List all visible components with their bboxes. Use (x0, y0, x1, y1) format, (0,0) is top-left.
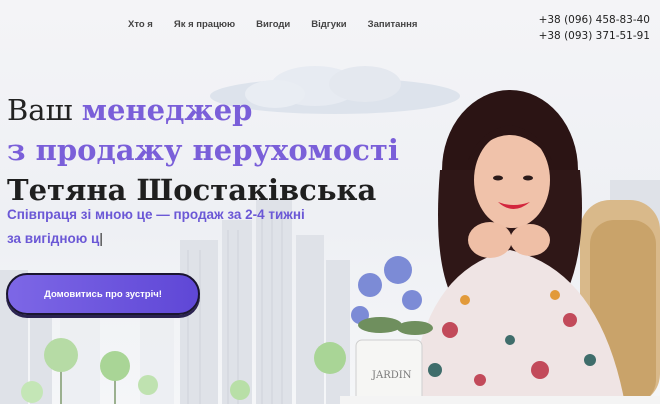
subtitle-line-1: Співпраця зі мною це — продаж за 2-4 тиж… (7, 207, 305, 222)
pot-label: JARDIN (371, 370, 412, 381)
nav-item-how-i-work[interactable]: Як я працюю (174, 19, 235, 30)
phone-link-2[interactable]: +38 (093) 371-51-91 (539, 28, 650, 44)
main-nav: Хто я Як я працюю Вигоди Відгуки Запитан… (128, 19, 417, 30)
nav-item-faq[interactable]: Запитання (368, 19, 418, 30)
hero-subtitle: Співпраця зі мною це — продаж за 2-4 тиж… (7, 203, 305, 251)
hero-section: JARDIN Хто я Як я працюю Вигоди Відгуки … (0, 0, 660, 404)
title-accent-1: менеджер (81, 93, 253, 127)
nav-item-about[interactable]: Хто я (128, 19, 153, 30)
hero-title: Ваш менеджер з продажу нерухомості Тетян… (7, 90, 399, 210)
nav-item-reviews[interactable]: Відгуки (311, 19, 346, 30)
phone-link-1[interactable]: +38 (096) 458-83-40 (539, 12, 650, 28)
book-meeting-button[interactable]: Домовитись про зустріч! (6, 273, 200, 315)
typing-cursor: | (99, 231, 103, 246)
subtitle-line-2: за вигідною ц (7, 231, 100, 246)
nav-item-benefits[interactable]: Вигоди (256, 19, 290, 30)
title-accent-2: з продажу нерухомості (7, 133, 399, 167)
title-prefix: Ваш (7, 93, 73, 127)
contact-phones: +38 (096) 458-83-40 +38 (093) 371-51-91 (539, 12, 650, 44)
